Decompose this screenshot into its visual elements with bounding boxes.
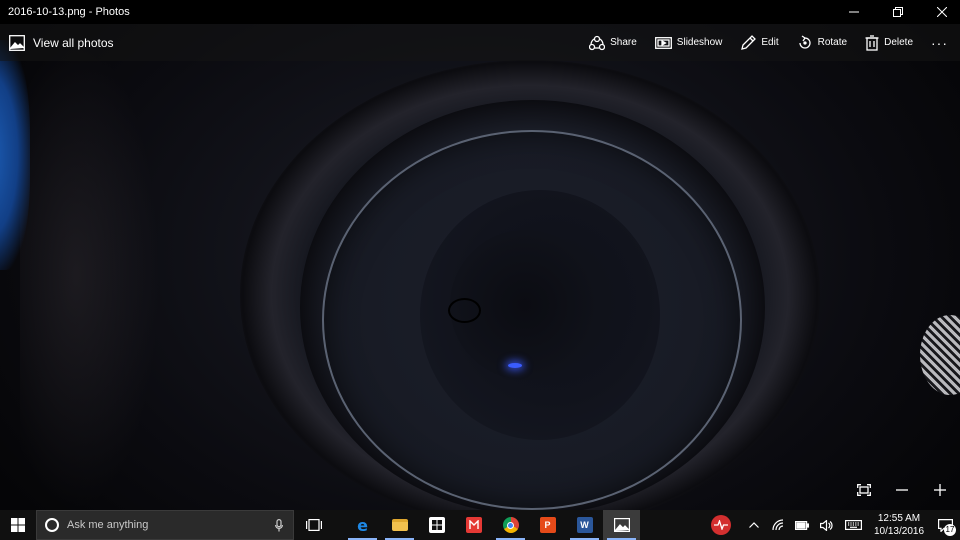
wifi-icon <box>772 519 784 531</box>
fit-to-screen-button[interactable] <box>852 478 876 502</box>
cortana-search-box[interactable]: Ask me anything <box>36 510 294 540</box>
minus-icon <box>896 489 908 491</box>
file-explorer-icon <box>391 519 408 531</box>
clock-date: 10/13/2016 <box>873 526 925 537</box>
edit-label: Edit <box>761 37 779 48</box>
taskbar-app-mail[interactable] <box>455 510 492 540</box>
fit-screen-icon <box>857 484 871 496</box>
volume-icon <box>819 519 833 531</box>
plus-icon <box>934 484 946 496</box>
zoom-controls <box>852 478 952 502</box>
photo-blue-light <box>508 363 522 368</box>
taskbar-app-photos[interactable] <box>603 510 640 540</box>
taskbar-app-store[interactable] <box>418 510 455 540</box>
volume-button[interactable] <box>814 510 838 540</box>
edit-pencil-icon <box>741 34 757 50</box>
photo-glare <box>20 40 160 510</box>
restore-button[interactable] <box>882 0 914 24</box>
edge-icon: e <box>357 515 368 535</box>
edit-button[interactable]: Edit <box>740 34 779 51</box>
slideshow-label: Slideshow <box>676 37 723 48</box>
windows-logo-icon <box>11 518 25 532</box>
minimize-button[interactable] <box>838 0 870 24</box>
action-center-button[interactable]: 17 <box>930 510 960 540</box>
word-icon: W <box>576 517 593 533</box>
zoom-out-button[interactable] <box>890 478 914 502</box>
presentation-app-icon: P <box>539 517 556 533</box>
taskbar-app-edge[interactable]: e <box>344 510 381 540</box>
delete-button[interactable]: Delete <box>865 34 913 51</box>
slideshow-icon <box>654 36 672 49</box>
taskbar-clock[interactable]: 12:55 AM 10/13/2016 <box>868 512 930 538</box>
battery-button[interactable] <box>790 510 814 540</box>
cortana-icon <box>45 518 59 532</box>
rotate-label: Rotate <box>817 37 848 48</box>
photos-toolbar: View all photos Share Slideshow Edit Rot… <box>0 24 960 61</box>
keyboard-icon <box>844 520 862 530</box>
microphone-icon[interactable] <box>275 518 283 532</box>
photo-circle-marker <box>448 298 481 323</box>
task-view-icon <box>306 519 322 531</box>
view-all-photos-label: View all photos <box>33 35 114 50</box>
notification-count-badge: 17 <box>944 524 956 536</box>
pinned-apps: e P W <box>344 510 640 540</box>
start-button[interactable] <box>0 510 36 540</box>
taskbar: Ask me anything e P W 12:55 AM 10/13/201… <box>0 510 960 540</box>
network-button[interactable] <box>766 510 790 540</box>
zoom-in-button[interactable] <box>928 478 952 502</box>
rotate-button[interactable]: Rotate <box>797 34 848 51</box>
share-icon <box>589 35 606 50</box>
photo-speaker-grille <box>920 315 960 395</box>
system-tray: 12:55 AM 10/13/2016 17 <box>706 510 960 540</box>
battery-icon <box>795 520 809 530</box>
share-button[interactable]: Share <box>589 35 637 51</box>
taskbar-app-file-explorer[interactable] <box>381 510 418 540</box>
taskbar-app-word[interactable]: W <box>566 510 603 540</box>
view-all-photos-button[interactable]: View all photos <box>0 34 114 51</box>
task-view-button[interactable] <box>296 510 332 540</box>
share-label: Share <box>610 37 637 48</box>
delete-label: Delete <box>884 37 913 48</box>
chevron-up-icon <box>749 522 759 528</box>
store-icon <box>428 517 445 533</box>
taskbar-app-presentation[interactable]: P <box>529 510 566 540</box>
photo-viewer-image <box>0 0 960 510</box>
rotate-icon <box>798 34 811 49</box>
title-bar: 2016-10-13.png - Photos <box>0 0 960 24</box>
touch-keyboard-button[interactable] <box>838 510 868 540</box>
restore-icon <box>893 7 903 17</box>
close-button[interactable] <box>926 0 958 24</box>
more-options-button[interactable]: ··· <box>931 36 948 50</box>
window-title: 2016-10-13.png - Photos <box>8 6 130 18</box>
taskbar-app-chrome[interactable] <box>492 510 529 540</box>
photos-icon <box>613 517 630 533</box>
photo-collection-icon <box>9 34 25 51</box>
minimize-icon <box>849 11 859 13</box>
chrome-icon <box>502 517 519 533</box>
clock-time: 12:55 AM <box>877 513 921 524</box>
close-icon <box>937 7 947 17</box>
heartbeat-monitor-icon <box>711 515 731 535</box>
slideshow-button[interactable]: Slideshow <box>654 36 723 50</box>
trash-icon <box>865 34 879 51</box>
search-placeholder: Ask me anything <box>67 519 149 531</box>
mail-app-icon <box>465 517 482 533</box>
tray-app-pulse[interactable] <box>706 510 736 540</box>
show-hidden-icons-button[interactable] <box>742 510 766 540</box>
